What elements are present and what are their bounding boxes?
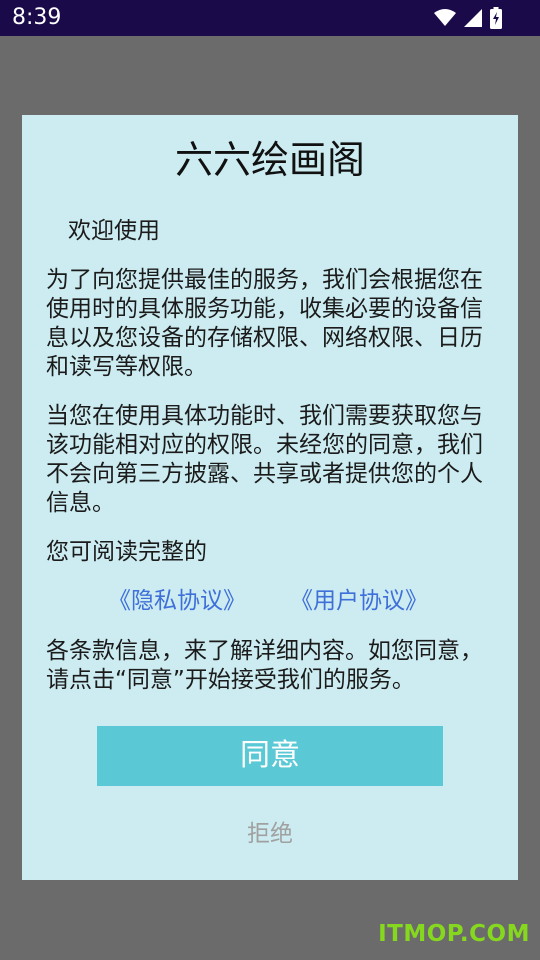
agree-button[interactable]: 同意 — [97, 726, 443, 786]
status-icons — [434, 6, 502, 30]
user-agreement-link[interactable]: 《用户协议》 — [290, 587, 428, 616]
privacy-policy-link[interactable]: 《隐私协议》 — [108, 587, 246, 616]
intro-paragraph: 为了向您提供最佳的服务，我们会根据您在使用时的具体服务功能，收集必要的设备信息以… — [46, 267, 483, 380]
status-bar: 8:39 — [0, 0, 540, 36]
status-time: 8:39 — [12, 5, 62, 30]
dialog-title: 六六绘画阁 — [174, 138, 365, 182]
consent-paragraph: 各条款信息，来了解详细内容。如您同意，请点击“同意”开始接受我们的服务。 — [46, 638, 483, 693]
watermark: ITMOP.COM — [378, 921, 530, 947]
cell-signal-icon — [464, 9, 482, 27]
permission-paragraph: 当您在使用具体功能时、我们需要获取您与该功能相对应的权限。未经您的同意，我们不会… — [46, 403, 483, 516]
welcome-text: 欢迎使用 — [68, 218, 160, 244]
battery-charging-icon — [490, 7, 502, 29]
reject-button[interactable]: 拒绝 — [170, 818, 370, 850]
wifi-icon — [434, 9, 456, 26]
read-full-text: 您可阅读完整的 — [46, 539, 207, 565]
